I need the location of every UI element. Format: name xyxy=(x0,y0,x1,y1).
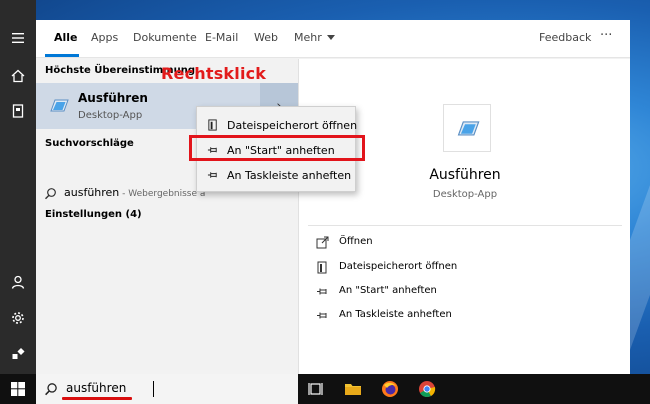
best-match-title: Ausführen xyxy=(78,91,148,105)
notebook-icon xyxy=(12,104,24,118)
search-icon xyxy=(45,383,57,396)
best-match-subtitle: Desktop-App xyxy=(78,110,143,121)
suggestion-query: ausführen xyxy=(64,186,120,199)
settings-button[interactable] xyxy=(0,300,36,336)
annotation-underline xyxy=(62,397,132,400)
action-pin-to-start[interactable]: An "Start" anheften xyxy=(299,281,631,303)
start-button[interactable] xyxy=(0,374,36,404)
action-open[interactable]: Öffnen xyxy=(299,232,631,254)
context-item-pin-to-taskbar[interactable]: An Taskleiste anheften xyxy=(197,163,357,187)
tab-dokumente[interactable]: Dokumente xyxy=(133,31,197,44)
folder-file-icon xyxy=(317,261,327,274)
context-item-open-file-location[interactable]: Dateispeicherort öffnen xyxy=(197,113,357,137)
tab-alle[interactable]: Alle xyxy=(54,31,78,44)
action-pin-to-start-label: An "Start" anheften xyxy=(339,285,437,296)
annotation-right-click: Rechtsklick xyxy=(161,64,267,83)
start-left-rail xyxy=(0,0,36,374)
file-explorer-icon[interactable] xyxy=(344,380,362,398)
tab-apps[interactable]: Apps xyxy=(91,31,118,44)
action-pin-to-taskbar-label: An Taskleiste anheften xyxy=(339,309,452,320)
pin-icon xyxy=(317,312,327,319)
feedback-hub-button[interactable] xyxy=(0,336,36,372)
action-open-file-location-label: Dateispeicherort öffnen xyxy=(339,261,458,272)
windows-logo-icon xyxy=(11,382,25,396)
annotation-highlight-box xyxy=(189,135,365,161)
gear-icon xyxy=(12,312,24,324)
tab-mehr[interactable]: Mehr xyxy=(294,31,335,44)
text-cursor xyxy=(153,381,154,397)
tab-web[interactable]: Web xyxy=(254,31,278,44)
feedback-icon xyxy=(12,347,25,359)
suggestion-suffix: - Webergebnisse a xyxy=(119,189,206,199)
settings-heading[interactable]: Einstellungen (4) xyxy=(45,209,142,220)
firefox-icon[interactable] xyxy=(381,380,399,398)
detail-divider xyxy=(308,225,622,226)
search-icon xyxy=(44,188,56,200)
hamburger-menu-button[interactable] xyxy=(0,20,36,56)
task-view-icon[interactable] xyxy=(307,380,325,398)
pin-icon xyxy=(317,288,327,295)
open-icon xyxy=(316,236,329,249)
home-icon xyxy=(11,69,25,83)
documents-button[interactable] xyxy=(0,93,36,129)
suggestion-text: ausführen - Webergebnisse a xyxy=(64,186,205,199)
hamburger-icon xyxy=(12,33,24,43)
user-icon xyxy=(11,275,25,289)
search-panel: Alle Apps Dokumente E-Mail Web Mehr Feed… xyxy=(36,20,630,374)
action-open-label: Öffnen xyxy=(339,236,373,247)
app-tile xyxy=(443,104,491,152)
tab-mehr-label: Mehr xyxy=(294,31,322,44)
chevron-down-icon xyxy=(326,35,335,40)
pin-icon xyxy=(207,172,217,178)
chrome-icon[interactable] xyxy=(418,380,436,398)
action-pin-to-taskbar[interactable]: An Taskleiste anheften xyxy=(299,305,631,327)
run-app-icon xyxy=(50,99,69,112)
action-open-file-location[interactable]: Dateispeicherort öffnen xyxy=(299,257,631,279)
home-button[interactable] xyxy=(0,58,36,94)
more-options-button[interactable]: ··· xyxy=(600,28,612,43)
active-tab-indicator xyxy=(45,54,79,57)
suggestions-heading: Suchvorschläge xyxy=(45,138,134,149)
context-item-label: An Taskleiste anheften xyxy=(227,169,352,182)
account-button[interactable] xyxy=(0,264,36,300)
folder-file-icon xyxy=(208,119,217,131)
feedback-link[interactable]: Feedback xyxy=(539,31,591,44)
context-item-label: Dateispeicherort öffnen xyxy=(227,119,358,132)
search-tabs: Alle Apps Dokumente E-Mail Web Mehr Feed… xyxy=(36,20,630,58)
tab-email[interactable]: E-Mail xyxy=(205,31,238,44)
search-input[interactable]: ausführen xyxy=(66,381,126,395)
run-app-large-icon xyxy=(457,121,480,136)
taskbar: ausführen xyxy=(0,374,650,404)
